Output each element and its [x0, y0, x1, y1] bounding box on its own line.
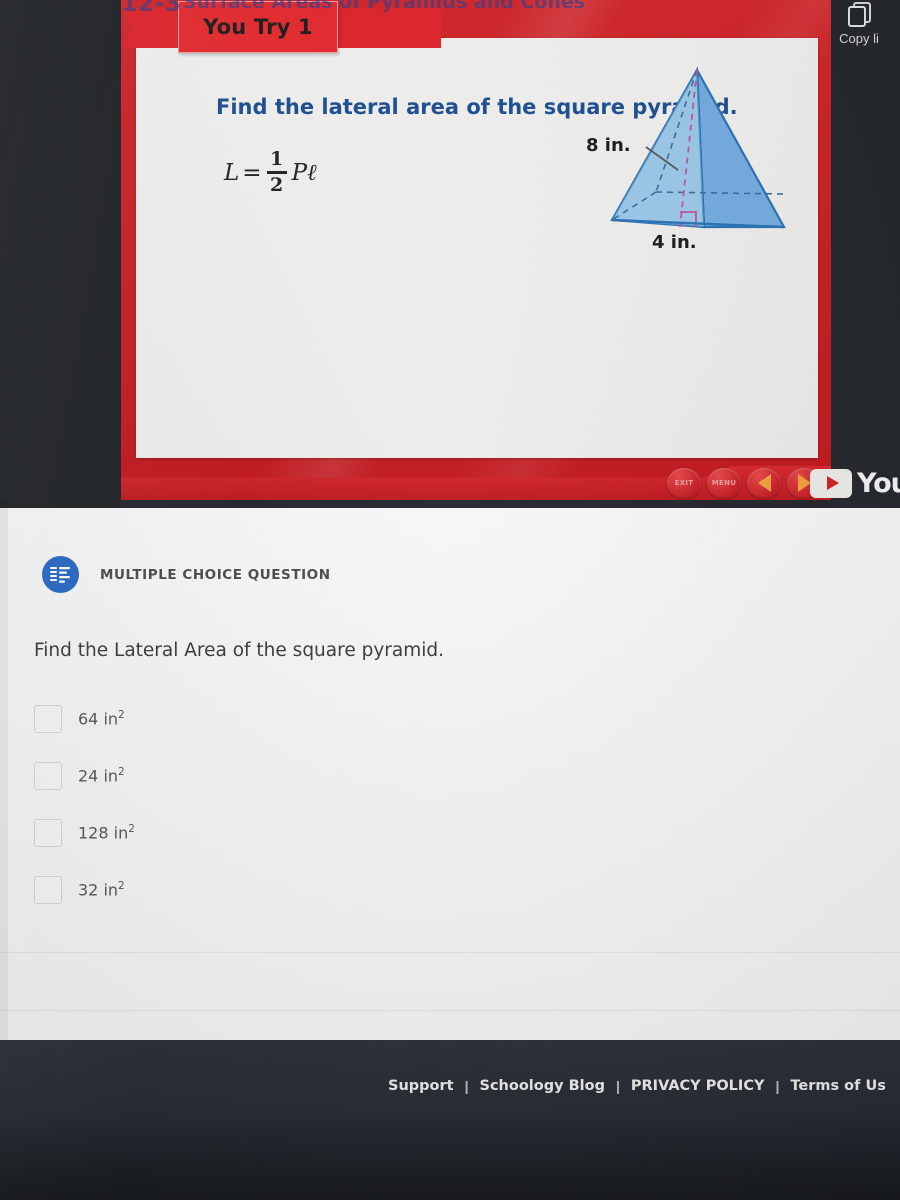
lesson-slide: Find the lateral area of the square pyra…: [121, 0, 831, 500]
question-header: MULTIPLE CHOICE QUESTION: [42, 556, 331, 593]
multiple-choice-icon: [42, 556, 79, 593]
answer-checkbox[interactable]: [34, 762, 62, 790]
ribbon-tail-right: [343, 8, 441, 48]
youtube-watermark[interactable]: YouTu: [810, 466, 900, 500]
answer-choice-option[interactable]: 64 in2: [34, 705, 454, 733]
panel-divider-bottom: [0, 1010, 900, 1011]
question-text: Find the Lateral Area of the square pyra…: [34, 640, 444, 661]
slide-exit-button[interactable]: EXIT: [667, 468, 701, 498]
answer-choice-exponent: 2: [118, 880, 125, 893]
page-footer: Support | Schoology Blog | PRIVACY POLIC…: [0, 1040, 900, 1200]
footer-separator: |: [615, 1078, 620, 1094]
screen-photo: Find the lateral area of the square pyra…: [0, 0, 900, 1200]
formula-lhs: L: [224, 159, 240, 186]
formula-rhs: Pℓ: [291, 159, 317, 186]
formula-fraction: 1 2: [266, 148, 287, 196]
footer-separator: |: [464, 1078, 469, 1094]
answer-choice-option[interactable]: 128 in2: [34, 819, 454, 847]
answer-choice-label: 64 in2: [78, 709, 125, 728]
formula-equals: =: [242, 159, 262, 186]
answer-checkbox[interactable]: [34, 819, 62, 847]
chapter-title: Surface Areas of Pyramids and Cones: [183, 0, 586, 12]
copy-icon-front-square: [848, 6, 866, 27]
slide-prev-button[interactable]: [747, 468, 781, 498]
slide-chapter-strip: 12-3 Surface Areas of Pyramids and Cones: [121, 0, 831, 12]
pyramid-base-edge-label: 4 in.: [652, 232, 697, 253]
answer-choice-exponent: 2: [118, 709, 125, 722]
copy-icon: [848, 2, 871, 27]
formula-numerator: 1: [269, 148, 284, 170]
answer-choice-label: 128 in2: [78, 823, 135, 842]
square-pyramid-figure: 8 in. 4 in.: [584, 52, 819, 282]
ribbon-label-text: You Try 1: [203, 15, 313, 39]
copy-link-label: Copy li: [839, 31, 879, 46]
prev-arrow-icon: [757, 474, 771, 492]
video-letterbox-left: [0, 0, 121, 508]
chapter-number: 12-3: [121, 0, 181, 12]
footer-link-support[interactable]: Support: [388, 1078, 454, 1094]
lateral-area-formula: L = 1 2 Pℓ: [224, 150, 317, 195]
answer-choice-exponent: 2: [128, 823, 135, 836]
youtube-wordmark: YouTu: [857, 467, 900, 499]
video-letterbox-right: [831, 0, 900, 508]
answer-choice-value: 24 in: [78, 766, 119, 786]
slide-menu-label: MENU: [711, 479, 737, 487]
answer-checkbox[interactable]: [34, 876, 62, 904]
footer-separator: |: [775, 1078, 780, 1094]
answer-choice-value: 128 in: [78, 823, 129, 843]
footer-link-terms-of-use[interactable]: Terms of Us: [790, 1078, 885, 1094]
formula-denominator: 2: [269, 174, 284, 196]
question-panel: MULTIPLE CHOICE QUESTION Find the Latera…: [0, 508, 900, 1040]
answer-choice-value: 32 in: [78, 880, 119, 900]
answer-choice-option[interactable]: 24 in2: [34, 762, 454, 790]
video-player[interactable]: Find the lateral area of the square pyra…: [0, 0, 900, 508]
answer-choice-list: 64 in2 24 in2 128 in2 32 in2: [34, 705, 454, 934]
answer-checkbox[interactable]: [34, 705, 62, 733]
answer-choice-value: 64 in: [78, 709, 119, 729]
youtube-play-badge-icon: [810, 468, 852, 498]
footer-link-schoology-blog[interactable]: Schoology Blog: [480, 1078, 605, 1094]
footer-link-privacy-policy[interactable]: PRIVACY POLICY: [631, 1078, 765, 1094]
slide-toolbar[interactable]: EXIT MENU: [121, 458, 831, 500]
answer-choice-exponent: 2: [118, 766, 125, 779]
list-question-glyph: [50, 566, 70, 583]
page-left-edge: [0, 500, 8, 1040]
slide-exit-label: EXIT: [674, 479, 694, 487]
slide-menu-button[interactable]: MENU: [707, 468, 741, 498]
pyramid-svg: [610, 66, 786, 229]
panel-divider-top: [0, 952, 900, 953]
answer-choice-label: 24 in2: [78, 766, 125, 785]
copy-link-button[interactable]: Copy li: [820, 2, 898, 46]
slide-content-card: Find the lateral area of the square pyra…: [136, 38, 818, 458]
answer-choice-option[interactable]: 32 in2: [34, 876, 454, 904]
answer-choice-label: 32 in2: [78, 880, 125, 899]
footer-link-list: Support | Schoology Blog | PRIVACY POLIC…: [388, 1078, 886, 1094]
you-try-ribbon: You Try 1: [121, 1, 441, 53]
pyramid-slant-height-label: 8 in.: [586, 135, 631, 156]
play-triangle-icon: [826, 476, 839, 490]
next-arrow-icon: [797, 474, 811, 492]
question-type-label: MULTIPLE CHOICE QUESTION: [100, 566, 331, 583]
